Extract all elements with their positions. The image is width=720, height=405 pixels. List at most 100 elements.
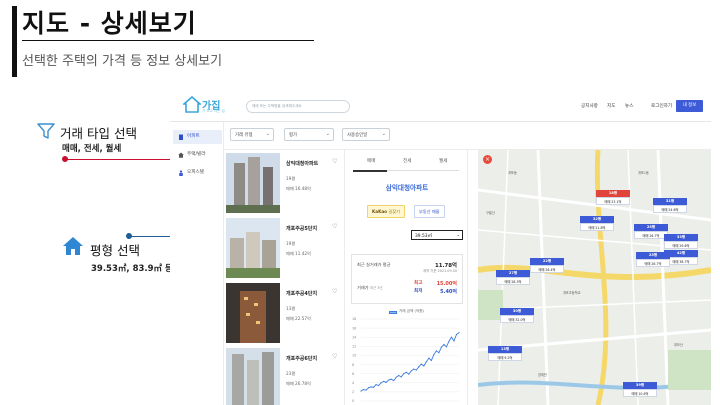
price-point bbox=[385, 381, 387, 383]
marker-price: 매매 9.2억 bbox=[488, 353, 522, 361]
sidebar-item-apartment[interactable]: 아파트 bbox=[173, 130, 222, 144]
realestate-listings-button[interactable]: 부동산 매물 bbox=[414, 205, 445, 218]
trade-type-label: 거래 타입 선택 bbox=[60, 126, 137, 141]
logo-house-icon[interactable] bbox=[183, 96, 201, 114]
map-marker[interactable]: 31평 매매 24.6억 bbox=[653, 198, 687, 213]
y-tick-label: 0 bbox=[352, 399, 354, 403]
price-point bbox=[443, 343, 445, 346]
map-marker[interactable]: 33평 매매 29.6억 bbox=[664, 234, 698, 249]
kakao-directions-button[interactable]: KaKao 길찾기 bbox=[367, 205, 405, 218]
title-divider bbox=[22, 40, 314, 41]
chevron-down-icon: ⌄ bbox=[325, 131, 330, 137]
map-marker[interactable]: 27평 매매 28.3억 bbox=[496, 270, 530, 285]
high-label: 최고 bbox=[414, 281, 423, 286]
map-marker[interactable]: 39평 매매 10.6억 bbox=[623, 382, 657, 397]
price-chart: 거래 금액 (억원) 18 16 14 12 10 8 6 4 2 0 bbox=[351, 308, 463, 405]
approval-date-dropdown[interactable]: 사용승인일 ⌄ bbox=[342, 128, 390, 141]
top-navbar: 가집 가 보고 사는 집 매매 또는 주택명을 검색해주세요 공지사항 지도 뉴… bbox=[170, 92, 711, 122]
price-point bbox=[388, 379, 390, 381]
heart-icon[interactable]: ♡ bbox=[332, 158, 337, 165]
heart-icon[interactable]: ♡ bbox=[332, 223, 337, 230]
high-value: 15.00억 bbox=[436, 281, 457, 287]
close-icon[interactable]: × bbox=[483, 155, 492, 164]
price-point bbox=[398, 374, 400, 377]
tab-sale[interactable]: 매매 bbox=[367, 158, 375, 164]
search-input[interactable]: 매매 또는 주택명을 검색해주세요 bbox=[246, 100, 350, 113]
marker-price: 매매 26.7억 bbox=[634, 231, 668, 239]
chevron-down-icon: ⌄ bbox=[456, 232, 460, 237]
chevron-down-icon: ⌄ bbox=[381, 131, 386, 137]
listing-card[interactable]: 개포주공5단지 19평 매매 11.42억 ♡ bbox=[226, 218, 342, 284]
listing-name: 개포주공4단지 bbox=[286, 291, 318, 297]
price-point bbox=[428, 357, 430, 359]
marker-price: 매매 32.0억 bbox=[500, 315, 534, 323]
price-point bbox=[430, 359, 432, 362]
price-point bbox=[372, 386, 375, 388]
title-accent-bar bbox=[12, 6, 17, 77]
map-marker[interactable]: 18평 매매 23.1억 bbox=[596, 190, 630, 205]
map-place-label: 개포1동 bbox=[638, 171, 649, 175]
my-info-button[interactable]: 내 정보 bbox=[676, 100, 703, 112]
price-point bbox=[450, 336, 453, 338]
count-text: 거래가 bbox=[357, 285, 369, 290]
listing-card[interactable]: 삼익대청아파트 19평 매매 16.48억 ♡ bbox=[226, 153, 342, 219]
listing-panel: 삼익대청아파트 19평 매매 16.48억 ♡ 개포주공5단지 19평 매매 1… bbox=[224, 150, 342, 405]
price-point bbox=[395, 376, 397, 378]
listing-name: 개포주공6단지 bbox=[286, 356, 318, 362]
nav-notice[interactable]: 공지사항 bbox=[581, 103, 598, 109]
person-building-icon bbox=[179, 170, 183, 176]
marker-price: 매매 21.8억 bbox=[580, 223, 614, 231]
marker-price: 매매 10.6억 bbox=[623, 389, 657, 397]
listing-photo bbox=[226, 218, 280, 278]
y-tick-label: 6 bbox=[352, 372, 354, 376]
map-marker[interactable]: 30평 매매 32.0억 bbox=[500, 308, 534, 323]
map-marker[interactable]: 25평 매매 26.7억 bbox=[636, 252, 670, 267]
area-dropdown[interactable]: 평가 ⌄ bbox=[284, 128, 334, 141]
marker-price: 매매 28.3억 bbox=[496, 277, 530, 285]
trade-type-dropdown[interactable]: 거래 유형 ⌄ bbox=[230, 128, 274, 141]
dropdown-label: 거래 유형 bbox=[235, 133, 253, 138]
chevron-down-icon: ⌄ bbox=[265, 131, 270, 137]
dropdown-label: 평가 bbox=[289, 133, 298, 138]
house-icon bbox=[178, 152, 184, 158]
price-point bbox=[400, 376, 402, 378]
heart-icon[interactable]: ♡ bbox=[332, 353, 337, 360]
listing-size: 23평 bbox=[286, 371, 296, 376]
map-marker[interactable]: 22평 매매 26.4억 bbox=[530, 258, 564, 273]
listing-price: 매매 22.57억 bbox=[286, 316, 311, 321]
tab-jeonse[interactable]: 전세 bbox=[403, 158, 411, 164]
price-point bbox=[410, 370, 412, 372]
map-marker[interactable]: 32평 매매 21.8억 bbox=[580, 216, 614, 231]
listing-size: 19평 bbox=[286, 176, 296, 181]
marker-size: 33평 bbox=[664, 234, 698, 241]
chart-legend: 거래 금액 (억원) bbox=[399, 309, 424, 313]
marker-price: 매매 23.1억 bbox=[596, 197, 630, 205]
map-place-label: 구룡산 bbox=[486, 211, 495, 215]
nav-map[interactable]: 지도 bbox=[607, 103, 615, 109]
price-point bbox=[413, 368, 415, 370]
map-marker[interactable]: 13평 매매 9.2억 bbox=[488, 346, 522, 361]
price-point bbox=[448, 340, 450, 342]
price-point bbox=[365, 389, 367, 391]
marker-price: 매매 24.6억 bbox=[653, 205, 687, 213]
y-tick-label: 4 bbox=[352, 381, 354, 385]
map-view[interactable]: × 18평 매매 23.1억 31평 매매 24.6억 32평 매매 21.8억 25평 매매… bbox=[478, 150, 711, 405]
login-link[interactable]: 로그인하기 bbox=[651, 103, 672, 109]
recent-date: 계약 기준 2021.09.30 bbox=[422, 269, 457, 273]
price-point bbox=[362, 389, 365, 391]
sidebar-item-officetel[interactable]: 오피스텔 bbox=[173, 166, 222, 180]
area-sub: 39.53㎡, 83.9㎡ 등 bbox=[91, 264, 173, 274]
heart-icon[interactable]: ♡ bbox=[332, 288, 337, 295]
listing-card[interactable]: 개포주공4단지 13평 매매 22.57억 ♡ bbox=[226, 283, 342, 349]
area-select[interactable]: 39.53㎡ ⌄ bbox=[411, 230, 463, 240]
nav-news[interactable]: 뉴스 bbox=[625, 103, 633, 109]
price-point bbox=[360, 390, 362, 392]
listing-card[interactable]: 개포주공6단지 23평 매매 26.78억 ♡ bbox=[226, 348, 342, 405]
y-tick-label: 14 bbox=[352, 335, 356, 339]
price-series-line bbox=[360, 332, 460, 392]
slide-subtitle: 선택한 주택의 가격 등 정보 상세보기 bbox=[22, 54, 223, 69]
tab-monthly[interactable]: 월세 bbox=[439, 158, 447, 164]
map-marker[interactable]: 25평 매매 26.7억 bbox=[634, 224, 668, 239]
sidebar-item-house[interactable]: 주택/빌라 bbox=[173, 148, 222, 162]
sidebar-item-label: 주택/빌라 bbox=[187, 152, 206, 157]
